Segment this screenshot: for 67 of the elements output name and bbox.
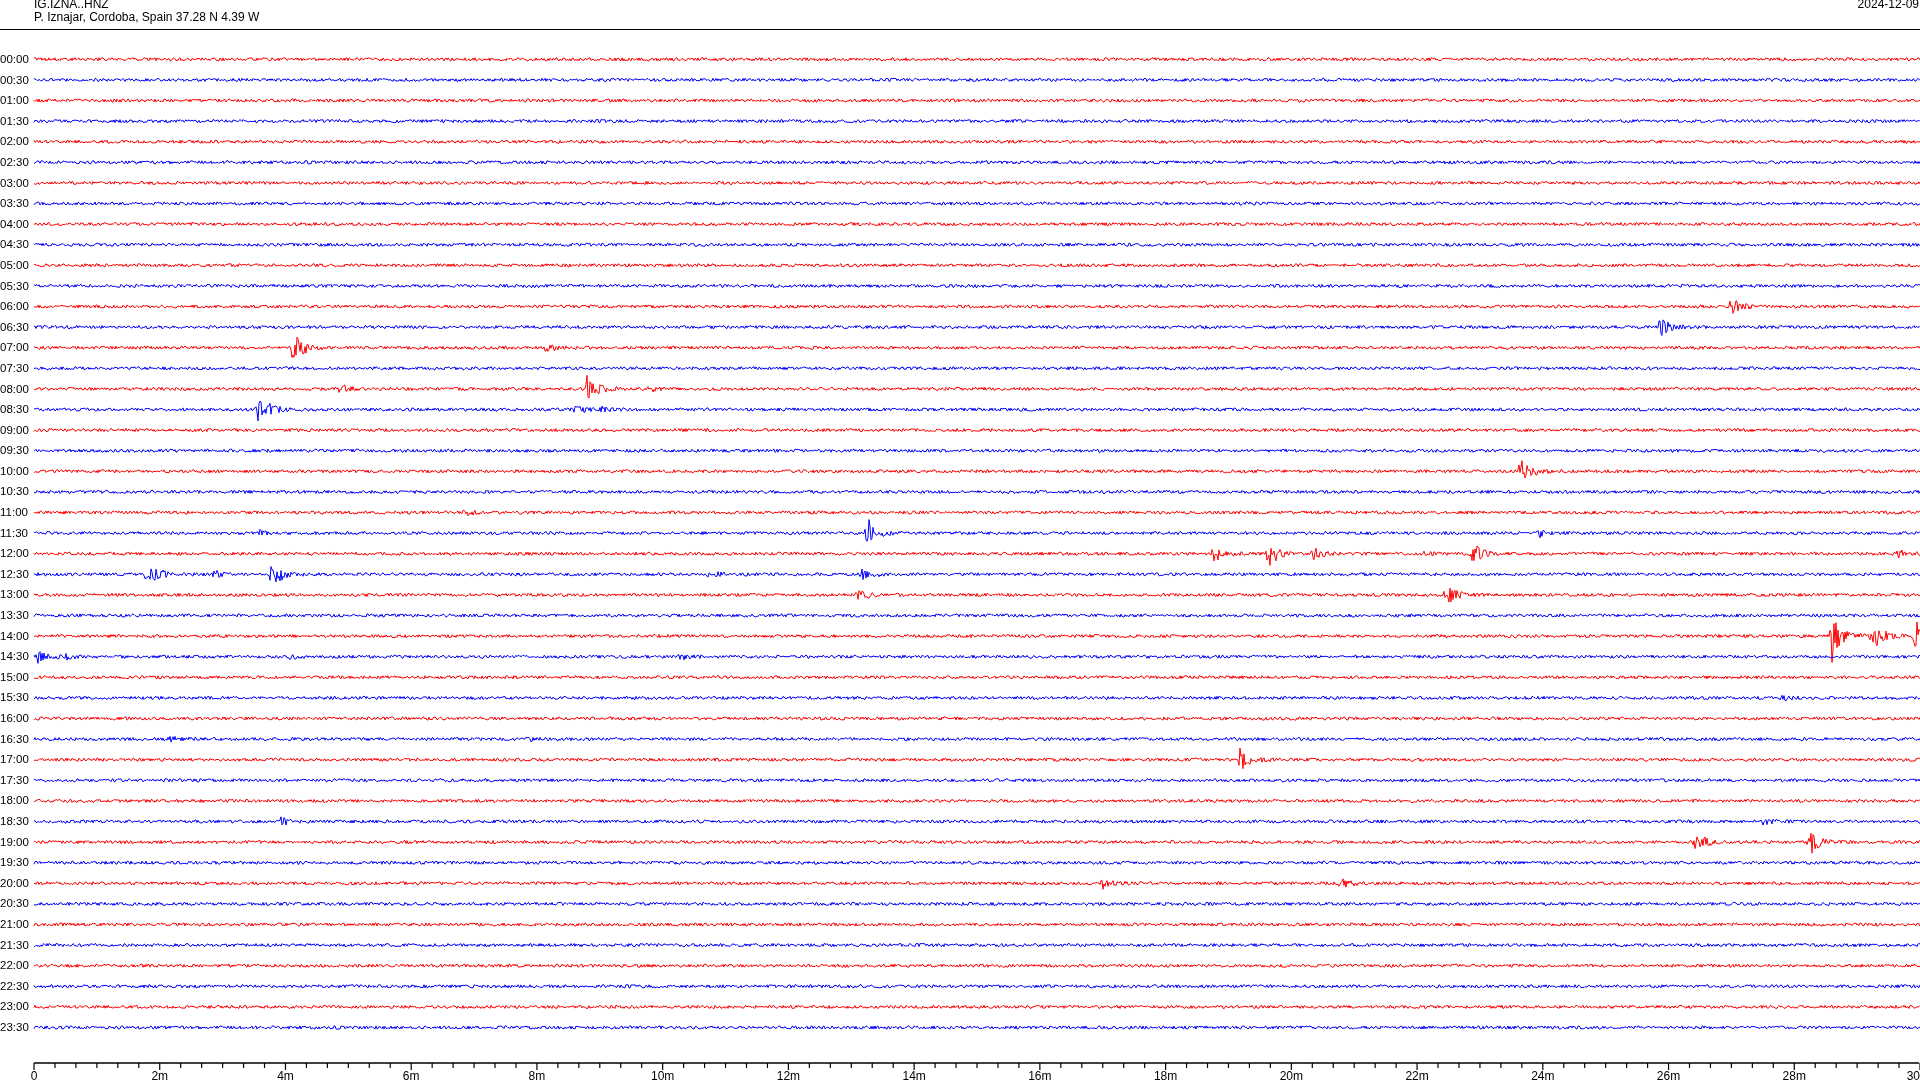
time-label: 19:00: [0, 834, 30, 850]
time-label: 00:30: [0, 72, 30, 88]
time-label: 06:30: [0, 319, 30, 335]
time-label: 21:00: [0, 916, 30, 932]
axis-tick-label: 18m: [1153, 1068, 1178, 1080]
time-label: 14:30: [0, 649, 30, 665]
time-label: 03:30: [0, 196, 30, 212]
time-label: 23:30: [0, 1019, 30, 1035]
time-label: 10:00: [0, 463, 30, 479]
time-label: 02:30: [0, 154, 30, 170]
time-label: 04:00: [0, 216, 30, 232]
time-label: 03:00: [0, 175, 30, 191]
time-label: 20:30: [0, 896, 30, 912]
axis-tick-label: 6m: [402, 1068, 420, 1080]
time-label: 18:00: [0, 793, 30, 809]
time-label: 02:00: [0, 134, 30, 150]
axis-tick-label: 10m: [651, 1068, 675, 1080]
time-label: 05:30: [0, 278, 30, 294]
time-label: 09:00: [0, 422, 30, 438]
time-label: 08:30: [0, 402, 30, 418]
station-location: P. Iznajar, Cordoba, Spain 37.28 N 4.39 W: [34, 11, 260, 24]
time-label: 05:00: [0, 257, 30, 273]
axis-tick-label: 20m: [1279, 1068, 1303, 1080]
axis-tick-label: 24m: [1531, 1068, 1555, 1080]
time-label: 13:00: [0, 587, 30, 603]
station-code: IG.IZNA..HNZ: [34, 0, 110, 11]
time-label: 21:30: [0, 937, 30, 953]
time-label: 06:00: [0, 299, 30, 315]
time-label: 12:30: [0, 566, 30, 582]
axis-tick-label: 0: [30, 1068, 38, 1080]
time-label: 01:00: [0, 93, 30, 109]
time-label: 17:00: [0, 752, 30, 768]
axis-tick-label: 22m: [1405, 1068, 1429, 1080]
axis-tick-label: 8m: [528, 1068, 546, 1080]
time-label: 10:30: [0, 484, 30, 500]
time-label: 07:30: [0, 360, 30, 376]
time-label: 04:30: [0, 237, 30, 253]
time-label: 11:30: [0, 525, 29, 541]
record-date: 2024-12-09: [1857, 0, 1919, 13]
axis-tick-label: 16m: [1028, 1068, 1052, 1080]
time-label: 18:30: [0, 813, 30, 829]
axis-tick-label: 2m: [151, 1068, 169, 1080]
time-label: 22:00: [0, 958, 30, 974]
time-label: 00:00: [0, 52, 30, 67]
time-label: 09:30: [0, 443, 30, 459]
time-label: 11:00: [0, 505, 29, 521]
axis-tick-label: 26m: [1656, 1068, 1681, 1080]
time-label: 17:30: [0, 772, 30, 788]
axis-tick-label: 12m: [776, 1068, 801, 1080]
time-label: 07:00: [0, 340, 30, 356]
time-label: 15:30: [0, 690, 30, 706]
time-label: 13:30: [0, 608, 30, 624]
time-label: 22:30: [0, 978, 30, 994]
time-label: 16:00: [0, 711, 30, 726]
axis-tick-label: 30: [1906, 1068, 1920, 1080]
time-label: 20:00: [0, 875, 30, 891]
time-label: 19:30: [0, 855, 30, 871]
time-label: 14:00: [0, 628, 30, 644]
time-label: 16:30: [0, 731, 30, 747]
axis-tick-label: 14m: [902, 1068, 926, 1080]
time-label: 15:00: [0, 669, 30, 685]
time-label: 08:00: [0, 381, 30, 397]
axis-tick-label: 4m: [277, 1068, 294, 1080]
time-label: 01:30: [0, 113, 30, 129]
time-label: 23:00: [0, 999, 30, 1015]
time-label: 12:00: [0, 546, 30, 562]
axis-tick-label: 28m: [1782, 1068, 1806, 1080]
